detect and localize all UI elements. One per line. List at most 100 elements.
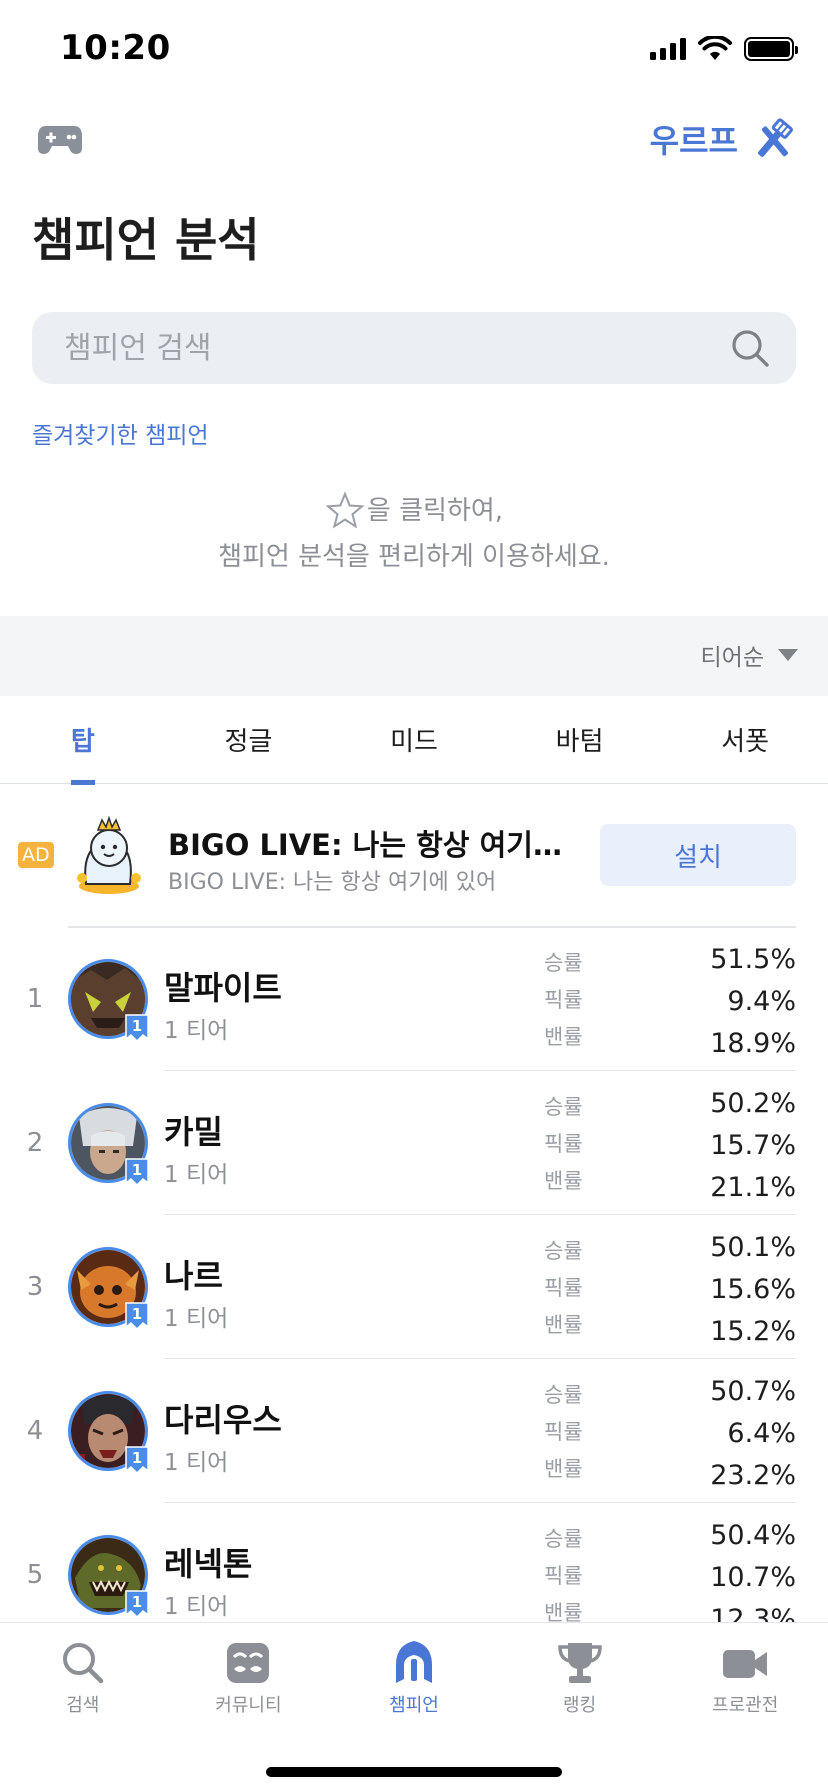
bottom-tab-bar: 검색 커뮤니티 챔피언 랭킹 프로관전 (0, 1622, 828, 1792)
champion-tier: 1 티어 (164, 1018, 229, 1044)
champion-name: 말파이트 (164, 969, 282, 1007)
stat-values: 50.7% 6.4% 23.2% (710, 1371, 796, 1497)
ban-rate-label: 밴률 (544, 1313, 583, 1337)
champion-row[interactable]: 2 1 카밀 1 티어 승률 픽률 밴률 50.2% 15.7% 21.1% (0, 1071, 828, 1215)
stat-labels: 승률 픽률 밴률 (544, 1089, 583, 1200)
tier-badge-icon: 1 (125, 1014, 149, 1043)
tab-label: 정글 (224, 727, 273, 757)
page-title: 챔피언 분석 (32, 213, 260, 267)
sort-dropdown[interactable]: 티어순 (701, 638, 798, 672)
favorites-empty-line1: 을 클릭하여, (366, 496, 504, 526)
champion-name: 다리우스 (164, 1401, 282, 1439)
nav-community[interactable]: 커뮤니티 (166, 1623, 332, 1733)
status-bar: 10:20 (0, 0, 828, 100)
brand-text: 우르프 (649, 122, 738, 160)
champion-avatar: 1 (68, 1103, 149, 1187)
champion-list: 1 1 말파이트 1 티어 승률 픽률 밴률 51.5% 9.4% 18.9% … (0, 927, 828, 1647)
stat-values: 51.5% 9.4% 18.9% (710, 939, 796, 1065)
champion-search-input[interactable] (64, 312, 704, 384)
win-rate-label: 승률 (544, 951, 583, 975)
win-rate-label: 승률 (544, 1239, 583, 1263)
stat-values: 50.1% 15.6% 15.2% (710, 1227, 796, 1353)
tab-mid[interactable]: 미드 (331, 696, 497, 783)
nav-label: 검색 (66, 1695, 100, 1716)
tier-badge-number: 1 (132, 1593, 142, 1611)
ban-rate-label: 밴률 (544, 1169, 583, 1193)
pick-rate-value: 9.4% (727, 986, 796, 1017)
star-outline-icon (325, 491, 365, 529)
favorites-empty-message: 을 클릭하여, 챔피언 분석을 편리하게 이용하세요. (0, 488, 828, 580)
sort-bar: 티어순 (0, 616, 828, 696)
caret-down-icon (778, 649, 798, 661)
win-rate-label: 승률 (544, 1383, 583, 1407)
champion-row[interactable]: 3 1 나르 1 티어 승률 픽률 밴률 50.1% 15.6% 15.2% (0, 1215, 828, 1359)
win-rate-value: 50.1% (710, 1232, 796, 1263)
tab-jungle[interactable]: 정글 (166, 696, 332, 783)
champion-avatar: 1 (68, 1535, 149, 1619)
favorites-label: 즐겨찾기한 챔피언 (32, 423, 209, 449)
champion-row[interactable]: 4 1 다리우스 1 티어 승률 픽률 밴률 50.7% 6.4% 23.2% (0, 1359, 828, 1503)
home-indicator (266, 1767, 562, 1777)
tier-badge-number: 1 (132, 1017, 142, 1035)
pick-rate-value: 15.6% (710, 1274, 796, 1305)
win-rate-value: 50.7% (710, 1376, 796, 1407)
ban-rate-value: 21.1% (710, 1172, 796, 1203)
favorites-empty-line2: 챔피언 분석을 편리하게 이용하세요. (218, 542, 610, 572)
nav-ranking[interactable]: 랭킹 (497, 1623, 663, 1733)
search-icon[interactable] (730, 328, 770, 368)
rank-number: 2 (26, 1128, 44, 1158)
stat-labels: 승률 픽률 밴률 (544, 1377, 583, 1488)
search-icon (62, 1643, 104, 1684)
pick-rate-label: 픽률 (544, 988, 583, 1012)
community-icon (227, 1643, 270, 1683)
champion-avatar: 1 (68, 1391, 149, 1475)
position-tabs: 탑 정글 미드 바텀 서폿 (0, 696, 828, 785)
pick-rate-label: 픽률 (544, 1276, 583, 1300)
nav-label: 커뮤니티 (215, 1695, 282, 1716)
status-time: 10:20 (60, 28, 171, 68)
stat-labels: 승률 픽률 밴률 (544, 1521, 583, 1632)
ad-banner[interactable]: AD BIGO LIVE: 나는 항상 여기에 있어 BIGO LIVE: 나는… (0, 800, 828, 910)
nav-champion[interactable]: 챔피언 (331, 1623, 497, 1733)
tab-label: 바텀 (555, 727, 604, 757)
stat-labels: 승률 픽률 밴률 (544, 945, 583, 1056)
champion-row[interactable]: 1 1 말파이트 1 티어 승률 픽률 밴률 51.5% 9.4% 18.9% (0, 927, 828, 1071)
install-button[interactable]: 설치 (600, 824, 796, 886)
pick-rate-value: 6.4% (727, 1418, 796, 1449)
gamepad-icon[interactable] (36, 120, 84, 160)
win-rate-value: 51.5% (710, 944, 796, 975)
tab-bottom[interactable]: 바텀 (497, 696, 663, 783)
tab-label: 미드 (390, 727, 438, 757)
trophy-icon (557, 1643, 602, 1683)
battery-icon (744, 37, 798, 61)
nav-label: 프로관전 (712, 1695, 779, 1716)
ban-rate-value: 18.9% (710, 1028, 796, 1059)
rank-number: 1 (26, 984, 44, 1014)
ban-rate-label: 밴률 (544, 1457, 583, 1481)
video-camera-icon (723, 1650, 768, 1678)
tier-badge-icon: 1 (125, 1302, 149, 1331)
tier-badge-icon: 1 (125, 1590, 149, 1619)
win-rate-value: 50.4% (710, 1520, 796, 1551)
pick-rate-value: 10.7% (710, 1562, 796, 1593)
tab-support[interactable]: 서폿 (662, 696, 828, 783)
nav-label: 챔피언 (389, 1695, 439, 1716)
champion-avatar: 1 (68, 959, 149, 1043)
cellular-signal-icon (650, 38, 686, 60)
pick-rate-value: 15.7% (710, 1130, 796, 1161)
ban-rate-value: 23.2% (710, 1460, 796, 1491)
nav-pro-spectate[interactable]: 프로관전 (662, 1623, 828, 1733)
pick-rate-label: 픽률 (544, 1564, 583, 1588)
tab-top[interactable]: 탑 (0, 696, 166, 785)
search-bar[interactable] (32, 312, 796, 384)
nav-search[interactable]: 검색 (0, 1623, 166, 1733)
champion-helmet-icon (395, 1641, 432, 1683)
status-icons (650, 36, 798, 62)
champion-name: 나르 (164, 1257, 223, 1295)
champion-name: 카밀 (164, 1113, 223, 1151)
champion-tier: 1 티어 (164, 1162, 229, 1188)
wifi-icon (698, 36, 732, 60)
ban-rate-value: 15.2% (710, 1316, 796, 1347)
win-rate-label: 승률 (544, 1095, 583, 1119)
rank-number: 4 (26, 1416, 44, 1446)
